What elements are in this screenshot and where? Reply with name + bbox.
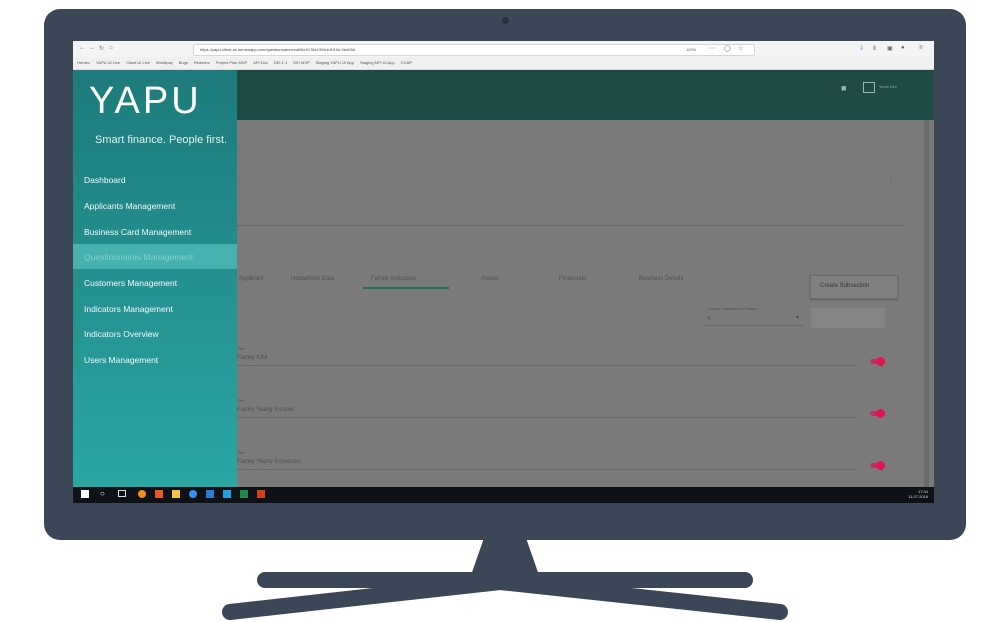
url-bar[interactable]: https://yapu-client-vs.herokuapp.com/que… xyxy=(193,44,755,56)
clock-date: 11.07.2018 xyxy=(908,494,928,499)
disabled-button[interactable] xyxy=(811,308,885,328)
sidebar-item-questionnaires-management[interactable]: Questionnaires Management xyxy=(73,244,237,269)
app-tagline: Smart finance. People first. xyxy=(95,134,228,146)
sidebar-item-indicators-overview[interactable]: Indicators Overview xyxy=(73,321,237,346)
bookmark-item[interactable]: Worldpay xyxy=(156,60,173,65)
system-clock[interactable]: 17:34 11.07.2018 xyxy=(908,489,928,499)
bookmark-item[interactable]: DEI MVP xyxy=(293,60,309,65)
user-avatar-icon[interactable] xyxy=(863,82,875,93)
menu-dots-icon[interactable]: ⋯ xyxy=(709,45,715,52)
select-underline xyxy=(705,325,803,326)
reload-icon[interactable]: ↻ xyxy=(99,45,104,52)
scrollbar[interactable] xyxy=(924,120,929,487)
sidebar-item-applicants-management[interactable]: Applicants Management xyxy=(73,193,237,218)
bookmark-item[interactable]: Client UI Live xyxy=(126,60,150,65)
tab-household-data[interactable]: Household Data xyxy=(291,276,334,282)
hamburger-menu-icon[interactable]: ≡ xyxy=(919,45,923,51)
app-icon-blue[interactable] xyxy=(206,490,214,498)
sidebar-toggle-icon[interactable]: ▣ xyxy=(887,45,893,52)
field-underline xyxy=(237,417,857,418)
toggle-switch-family-yearly-income[interactable] xyxy=(876,409,885,418)
url-text: https://yapu-client-vs.herokuapp.com/que… xyxy=(200,47,355,52)
field-label: Title xyxy=(237,450,245,455)
task-view-icon[interactable] xyxy=(118,490,126,497)
monitor-feet xyxy=(222,572,788,620)
screen: ← → ↻ ⌂ https://yapu-client-vs.herokuapp… xyxy=(73,41,934,503)
sidebar-item-indicators-management[interactable]: Indicators Management xyxy=(73,296,237,321)
tab-assets[interactable]: Assets xyxy=(481,276,499,282)
toggle-switch-family-yearly-expenses[interactable] xyxy=(876,461,885,470)
bookmark-item[interactable]: Redmine xyxy=(194,60,210,65)
bookmark-item[interactable]: CGAP xyxy=(401,60,412,65)
sidebar: YAPU Smart finance. People first. Dashbo… xyxy=(73,70,237,487)
home-icon[interactable]: ⌂ xyxy=(109,45,113,51)
app-icon-orange[interactable] xyxy=(155,490,163,498)
field-label: Title xyxy=(237,398,245,403)
download-icon[interactable]: ⇩ xyxy=(859,45,864,52)
extension-icon[interactable]: ● xyxy=(901,45,905,51)
create-subsection-button[interactable]: Create Subsection xyxy=(810,275,898,299)
field-value-family-yearly-income[interactable]: Family Yearly Income xyxy=(237,407,294,413)
windows-taskbar: ○ 17:34 11.07.2018 xyxy=(73,487,934,503)
tab-applicant[interactable]: Applicant xyxy=(239,276,264,282)
tab-business-details[interactable]: Business Details xyxy=(639,276,683,282)
library-icon[interactable]: Ⅱ xyxy=(873,45,876,52)
search-icon[interactable]: ○ xyxy=(100,489,105,498)
star-icon[interactable]: ☆ xyxy=(738,45,743,52)
sidebar-item-dashboard[interactable]: Dashboard xyxy=(73,167,237,192)
toggle-switch-family-kim[interactable] xyxy=(876,357,885,366)
zoom-level: 100% xyxy=(686,47,697,52)
browser-toolbar: ← → ↻ ⌂ https://yapu-client-vs.herokuapp… xyxy=(73,41,934,57)
notification-icon[interactable]: ■ xyxy=(841,83,846,93)
field-value-family-kim[interactable]: Family KIM xyxy=(237,355,267,361)
dropdown-arrow-icon[interactable]: ▾ xyxy=(796,314,799,321)
bookmark-item[interactable]: Project Plan MVP xyxy=(216,60,247,65)
bookmark-item[interactable]: Bugs xyxy=(179,60,188,65)
bookmark-item[interactable]: YAPU UI Live xyxy=(96,60,120,65)
app-icon-blue-round[interactable] xyxy=(189,490,197,498)
divider xyxy=(237,225,904,226)
app-logo[interactable]: YAPU xyxy=(89,80,202,123)
firefox-icon[interactable] xyxy=(138,490,146,498)
pocket-icon[interactable]: ◯ xyxy=(724,45,731,52)
bookmark-item[interactable]: API Doc xyxy=(253,60,268,65)
bookmark-item[interactable]: Heroku xyxy=(77,60,90,65)
field-underline xyxy=(237,365,857,366)
start-menu-icon[interactable] xyxy=(81,490,89,498)
app-icon-light-blue[interactable] xyxy=(223,490,231,498)
bookmark-item[interactable]: Staging MFI UI App xyxy=(360,60,395,65)
bookmark-item[interactable]: Staging YAPU UI App xyxy=(316,60,354,65)
sidebar-item-users-management[interactable]: Users Management xyxy=(73,347,237,372)
field-label: Title xyxy=(237,346,245,351)
active-tab-indicator xyxy=(363,287,449,289)
file-explorer-icon[interactable] xyxy=(172,490,180,498)
bookmarks-bar: Heroku YAPU UI Live Client UI Live World… xyxy=(73,57,934,70)
excel-icon[interactable] xyxy=(240,490,248,498)
sidebar-item-business-card-management[interactable]: Business Card Management xyxy=(73,219,237,244)
back-icon[interactable]: ← xyxy=(79,45,85,51)
field-value-family-yearly-expenses[interactable]: Family Yearly Expenses xyxy=(237,459,301,465)
position-select-value[interactable]: 4 xyxy=(707,316,710,322)
header-user-name[interactable]: Yanis Dev xyxy=(879,84,897,89)
position-select-label: Choose Subsection Position xyxy=(707,306,758,311)
chevron-right-icon[interactable]: › xyxy=(890,178,892,185)
bookmark-item[interactable]: DEI 1.1 xyxy=(274,60,287,65)
webcam xyxy=(502,17,509,24)
field-underline xyxy=(237,469,857,470)
forward-icon[interactable]: → xyxy=(89,45,95,51)
sidebar-item-customers-management[interactable]: Customers Management xyxy=(73,270,237,295)
powerpoint-icon[interactable] xyxy=(257,490,265,498)
tab-financials[interactable]: Financials xyxy=(559,276,586,282)
tab-family-indicators[interactable]: Family Indicators xyxy=(371,276,416,282)
